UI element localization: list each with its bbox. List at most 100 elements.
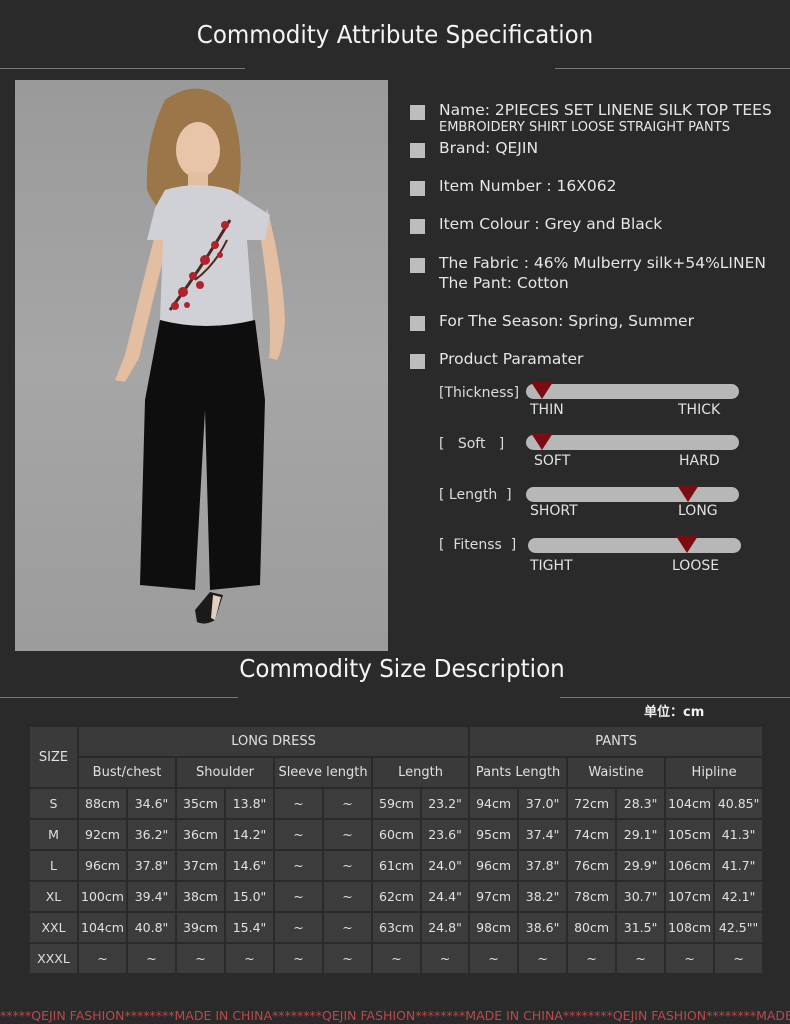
table-cell: ~: [468, 942, 520, 975]
table-cell: ~: [224, 942, 275, 975]
table-column-header-row: Bust/chest Shoulder Sleeve length Length…: [29, 756, 765, 789]
table-cell: 31.5": [615, 911, 667, 944]
size-cell: M: [28, 818, 79, 851]
heading-rule-right: [555, 68, 790, 69]
param-marker-thickness: [531, 382, 553, 399]
spec-pant-text: The Pant: Cotton: [439, 274, 569, 292]
table-cell: 96cm: [77, 849, 128, 882]
table-cell: 61cm: [371, 849, 422, 882]
column-header: Waistine: [566, 756, 667, 789]
table-cell: 62cm: [371, 880, 422, 913]
table-cell: ~: [322, 942, 373, 975]
spec-colour-text: Item Colour : Grey and Black: [439, 215, 663, 233]
column-header: Shoulder: [175, 756, 275, 789]
table-cell: ~: [322, 911, 373, 944]
table-cell: 105cm: [664, 818, 716, 851]
table-cell: 40.8": [126, 911, 177, 944]
param-track: [526, 384, 739, 399]
column-header: Hipline: [664, 756, 765, 789]
table-cell: 80cm: [566, 911, 618, 944]
table-cell: 24.0": [419, 849, 471, 882]
table-cell: 13.8": [224, 787, 275, 820]
size-table: SIZE LONG DRESS PANTS Bust/chest Shoulde…: [28, 725, 765, 975]
table-cell: ~: [273, 849, 324, 882]
size-rule-left: [0, 697, 238, 698]
spec-fabric-text: The Fabric : 46% Mulberry silk+54%LINEN: [439, 254, 766, 272]
spec-name: Name: 2PIECES SET LINENE SILK TOP TEES E…: [410, 100, 772, 136]
table-row: L 96cm 37.8" 37cm 14.6" ~ ~61cm 24.0" 96cm 37.8" 7…: [28, 849, 765, 882]
spec-param-title-text: Product Paramater: [439, 350, 584, 368]
table-cell: 39cm: [175, 911, 226, 944]
table-cell: 88cm: [77, 787, 128, 820]
column-header: Sleeve length: [273, 756, 373, 789]
param-min-label: TIGHT: [530, 558, 573, 574]
table-cell: ~: [615, 942, 667, 975]
table-cell: 92cm: [77, 818, 128, 851]
pants-header: PANTS: [468, 725, 765, 758]
size-cell: S: [28, 787, 79, 820]
spec-season-text: For The Season: Spring, Summer: [439, 312, 694, 330]
bullet-square: [410, 354, 425, 369]
table-cell: 59cm: [371, 787, 422, 820]
product-photo: [15, 80, 388, 651]
table-cell: ~: [273, 880, 324, 913]
param-label: [ Length ]: [439, 487, 512, 503]
table-cell: 104cm: [77, 911, 128, 944]
table-cell: 37.8": [517, 849, 569, 882]
table-cell: ~: [371, 942, 422, 975]
spec-item-number: Item Number : 16X062: [410, 176, 616, 196]
model-illustration: [115, 88, 285, 624]
spec-colour: Item Colour : Grey and Black: [410, 214, 662, 234]
table-row: S 88cm 34.6" 35cm 13.8" ~ ~59cm 23.2" 94cm 37.0" 7…: [28, 787, 765, 820]
table-cell: ~: [273, 818, 324, 851]
table-cell: 34.6": [126, 787, 177, 820]
table-cell: 38.6": [517, 911, 569, 944]
spec-brand: Brand: QEJIN: [410, 138, 538, 158]
table-cell: 108cm: [664, 911, 716, 944]
table-cell: 63cm: [371, 911, 422, 944]
size-cell: XXL: [28, 911, 79, 944]
table-cell: 15.0": [224, 880, 275, 913]
table-cell: 28.3": [615, 787, 667, 820]
table-cell: ~: [664, 942, 716, 975]
table-cell: 41.3": [713, 818, 765, 851]
param-max-label: LONG: [678, 503, 718, 519]
table-cell: 97cm: [468, 880, 520, 913]
bullet-square: [410, 316, 425, 331]
table-cell: 37cm: [175, 849, 226, 882]
spec-name-line2: EMBROIDERY SHIRT LOOSE STRAIGHT PANTS: [439, 120, 730, 135]
heading-rule-left: [0, 68, 245, 69]
table-cell: 107cm: [664, 880, 716, 913]
table-cell: 38cm: [175, 880, 226, 913]
table-cell: 72cm: [566, 787, 618, 820]
table-cell: 30.7": [615, 880, 667, 913]
table-cell: 60cm: [371, 818, 422, 851]
bullet-square: [410, 181, 425, 196]
table-cell: ~: [713, 942, 765, 975]
table-cell: 14.6": [224, 849, 275, 882]
table-cell: 106cm: [664, 849, 716, 882]
param-marker-fitness: [676, 536, 698, 553]
param-max-label: LOOSE: [672, 558, 720, 574]
table-cell: 14.2": [224, 818, 275, 851]
param-label: [Thickness]: [439, 385, 520, 401]
table-cell: ~: [273, 911, 324, 944]
table-cell: 39.4": [126, 880, 177, 913]
table-cell: 38.2": [517, 880, 569, 913]
table-cell: 100cm: [77, 880, 128, 913]
table-cell: ~: [322, 849, 373, 882]
spec-name-line1: Name: 2PIECES SET LINENE SILK TOP TEES: [439, 101, 772, 119]
size-cell: L: [28, 849, 79, 882]
attribute-heading: Commodity Attribute Specification: [196, 20, 594, 49]
table-cell: ~: [175, 942, 226, 975]
table-cell: ~: [419, 942, 471, 975]
table-cell: ~: [517, 942, 569, 975]
param-min-label: THIN: [530, 402, 564, 418]
param-marker-soft: [531, 433, 553, 450]
unit-label: 单位：cm: [644, 705, 705, 720]
table-cell: 15.4": [224, 911, 275, 944]
param-track: [528, 538, 741, 553]
table-cell: ~: [77, 942, 128, 975]
spec-brand-text: Brand: QEJIN: [439, 139, 539, 157]
size-rule-right: [560, 697, 790, 698]
